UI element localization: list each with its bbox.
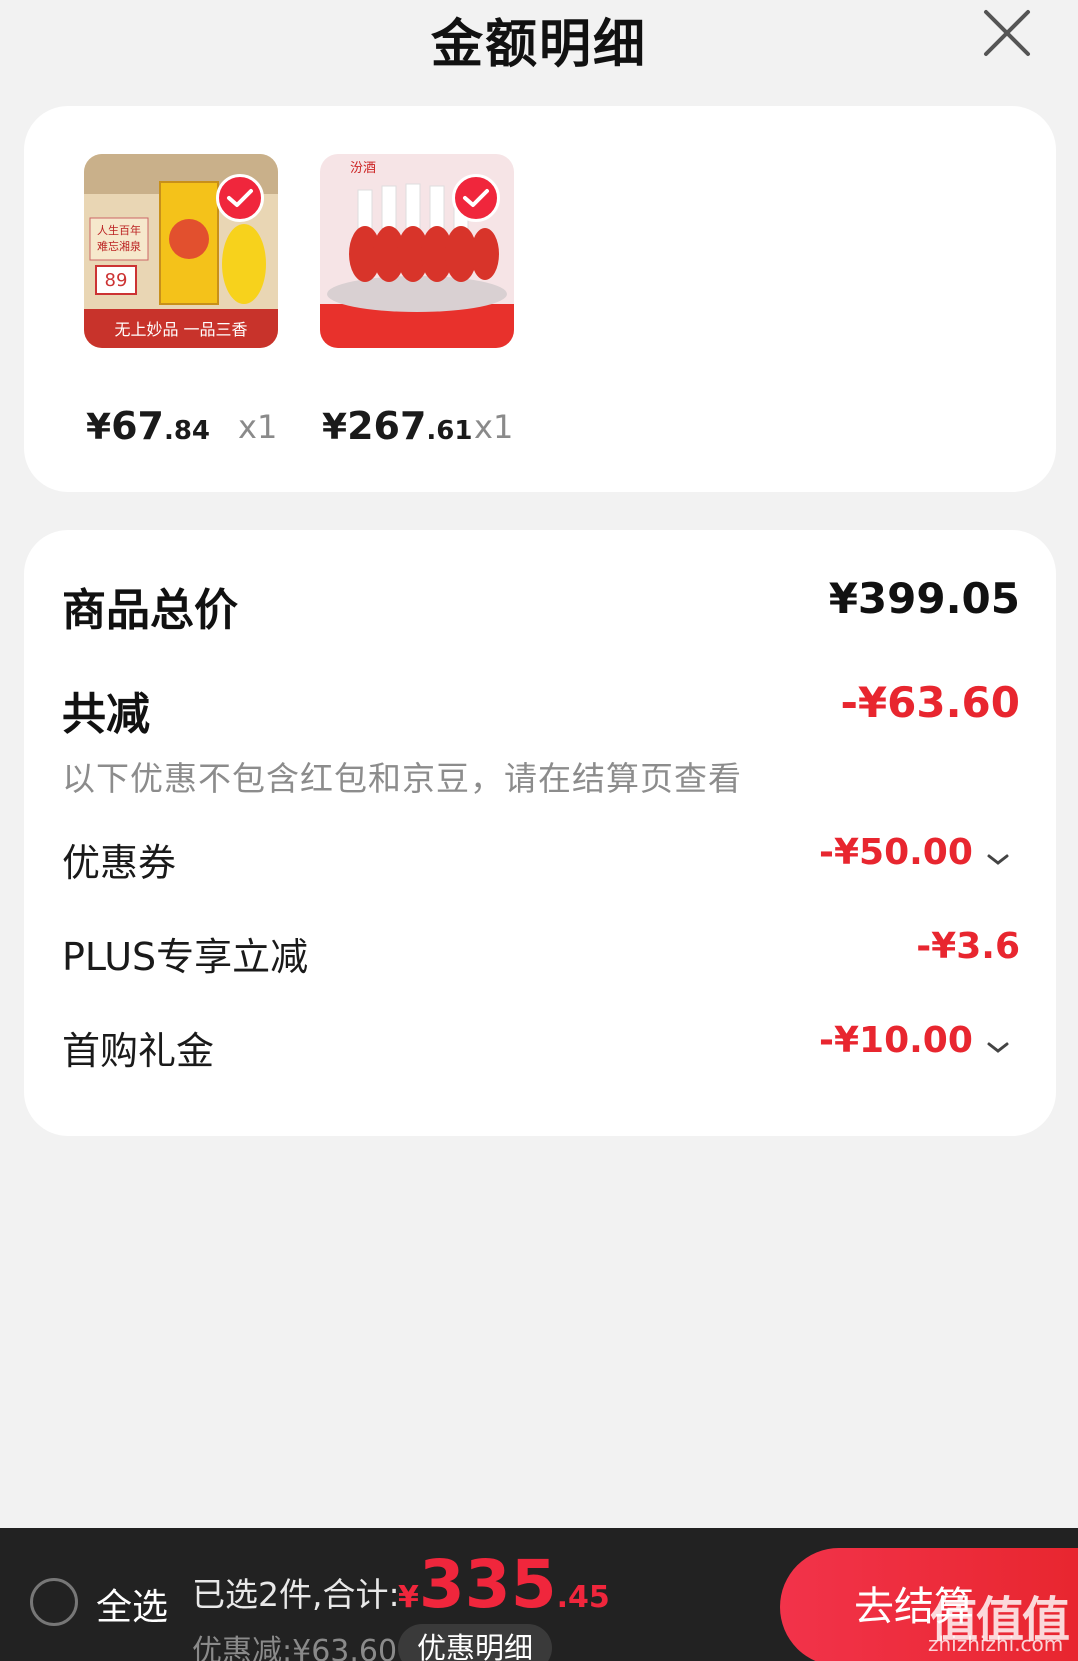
products-card: 89 人生百年 难忘湘泉 无上妙品 一品三香 ¥67.84 x1 汾酒 ¥267…: [24, 106, 1056, 492]
product-image[interactable]: 89 人生百年 难忘湘泉 无上妙品 一品三香: [84, 154, 278, 348]
svg-text:难忘湘泉: 难忘湘泉: [97, 239, 141, 253]
select-all-label[interactable]: 全选: [96, 1578, 168, 1630]
plus-discount-value: -¥3.6: [916, 926, 1020, 967]
select-all-radio[interactable]: [30, 1578, 78, 1626]
product-price: ¥67.84: [86, 404, 211, 448]
total-reduce-value: -¥63.60: [840, 678, 1020, 727]
product-price-row: ¥267.61 x1: [322, 404, 532, 448]
total-price-value: ¥399.05: [828, 574, 1020, 623]
coupon-value: -¥50.00: [819, 832, 973, 873]
product-quantity: x1: [238, 408, 278, 446]
modal-header: 金额明细: [0, 0, 1078, 80]
total-price-label: 商品总价: [62, 585, 238, 636]
product-image[interactable]: 汾酒: [320, 154, 514, 348]
checkout-bar: 全选 已选2件,合计: ¥335.45 优惠减:¥63.60 优惠明细 去结算: [0, 1528, 1078, 1661]
close-icon[interactable]: [980, 6, 1034, 60]
checkbox-checked-icon[interactable]: [452, 174, 500, 222]
product-price-row: ¥67.84 x1: [86, 404, 296, 448]
total-amount: ¥335.45: [398, 1546, 610, 1623]
discount-amount-text: 优惠减:¥63.60: [192, 1634, 398, 1661]
svg-text:汾酒: 汾酒: [350, 161, 376, 176]
chevron-down-icon[interactable]: [986, 1041, 1010, 1055]
product-price: ¥267.61: [322, 404, 473, 448]
plus-discount-label: PLUS专享立减: [62, 935, 309, 979]
watermark-url: zhizhizhi.com: [928, 1632, 1064, 1656]
chevron-down-icon[interactable]: [986, 853, 1010, 867]
first-purchase-gift-value: -¥10.00: [819, 1020, 973, 1061]
discount-note: 以下优惠不包含红包和京豆，请在结算页查看: [62, 759, 742, 798]
coupon-label: 优惠券: [62, 841, 177, 885]
svg-text:人生百年: 人生百年: [97, 223, 141, 237]
selected-count-text: 已选2件,合计:: [192, 1575, 400, 1614]
summary-card: 商品总价 ¥399.05 共减 -¥63.60 以下优惠不包含红包和京豆，请在结…: [24, 530, 1056, 1136]
page-title: 金额明细: [430, 15, 647, 75]
discount-detail-button[interactable]: 优惠明细: [398, 1624, 552, 1661]
checkbox-checked-icon[interactable]: [216, 174, 264, 222]
product-item[interactable]: 汾酒 ¥267.61 x1: [320, 154, 516, 448]
svg-text:无上妙品 一品三香: 无上妙品 一品三香: [114, 320, 247, 339]
product-item[interactable]: 89 人生百年 难忘湘泉 无上妙品 一品三香 ¥67.84 x1: [84, 154, 280, 448]
first-purchase-gift-label: 首购礼金: [62, 1029, 215, 1073]
svg-text:89: 89: [105, 270, 128, 291]
product-quantity: x1: [474, 408, 514, 446]
total-reduce-label: 共减: [62, 689, 150, 740]
